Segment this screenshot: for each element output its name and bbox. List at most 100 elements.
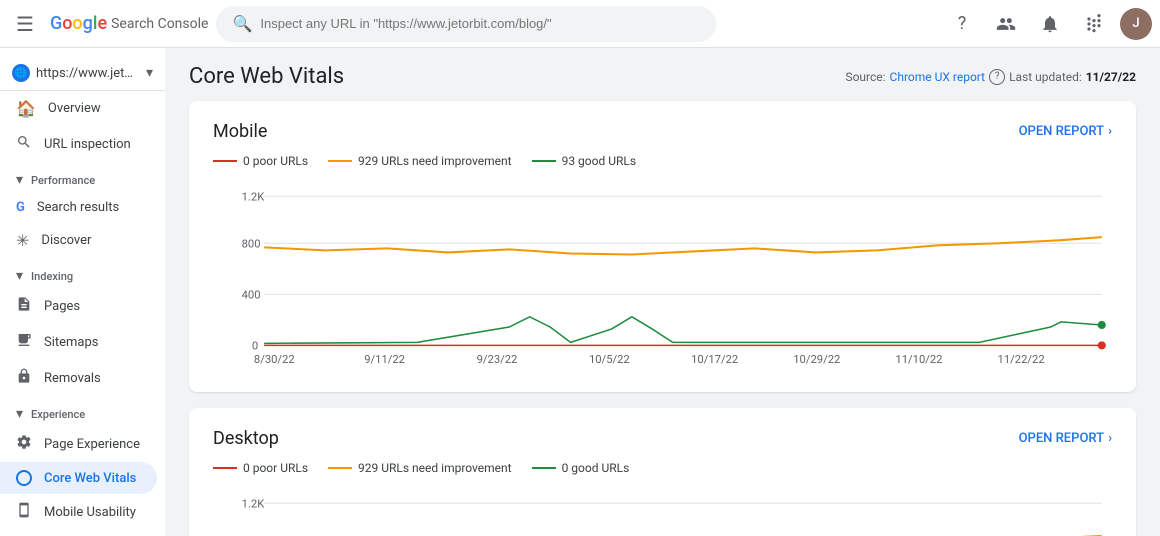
layout: 🌐 https://www.jetorbit... ▾ 🏠 Overview U…	[0, 48, 1160, 536]
last-updated-label: Last updated:	[1009, 70, 1082, 84]
legend-label: 929 URLs need improvement	[358, 461, 512, 475]
avatar[interactable]: J	[1120, 8, 1152, 40]
search-bar[interactable]: 🔍	[216, 6, 716, 42]
experience-section[interactable]: ▾ Experience	[0, 396, 165, 426]
sidebar-item-label: Pages	[44, 299, 80, 314]
source-label: Source:	[845, 70, 885, 84]
sidebar-item-label: Overview	[48, 101, 101, 116]
orange-line	[264, 237, 1102, 254]
mobile-card: Mobile OPEN REPORT › 0 poor URLs 929 URL…	[189, 101, 1136, 392]
svg-text:0: 0	[252, 339, 258, 352]
notifications-icon[interactable]	[1032, 6, 1068, 42]
sidebar-item-label: Page Experience	[44, 437, 140, 452]
logo-text: Google	[50, 13, 107, 34]
pages-icon	[16, 296, 32, 316]
accounts-icon[interactable]	[988, 6, 1024, 42]
svg-text:9/23/22: 9/23/22	[477, 353, 518, 366]
sidebar-item-label: Discover	[41, 233, 91, 248]
sidebar-item-pages[interactable]: Pages	[0, 288, 157, 324]
desktop-card: Desktop OPEN REPORT › 0 poor URLs 929 UR…	[189, 408, 1136, 536]
last-updated-value: 11/27/22	[1086, 70, 1136, 84]
sidebar-item-core-web-vitals[interactable]: Core Web Vitals	[0, 462, 157, 494]
sidebar-item-sitemaps[interactable]: Sitemaps	[0, 324, 157, 360]
svg-text:10/17/22: 10/17/22	[691, 353, 738, 366]
desktop-chart-svg: 1.2K 800 400	[213, 491, 1112, 536]
open-report-button[interactable]: OPEN REPORT ›	[1019, 124, 1112, 139]
svg-text:11/10/22: 11/10/22	[895, 353, 942, 366]
legend-label: 93 good URLs	[562, 154, 636, 168]
svg-text:9/11/22: 9/11/22	[364, 353, 405, 366]
sidebar-item-label: Removals	[44, 371, 101, 386]
page-meta: Source: Chrome UX report ? Last updated:…	[845, 69, 1136, 85]
card-header: Desktop OPEN REPORT ›	[213, 428, 1112, 449]
legend-label: 929 URLs need improvement	[358, 154, 512, 168]
site-selector-text: https://www.jetorbit...	[36, 66, 140, 81]
chevron-icon: ▾	[16, 172, 23, 188]
sidebar-item-removals[interactable]: Removals	[0, 360, 157, 396]
help-icon[interactable]: ?	[944, 6, 980, 42]
legend-line-orange	[328, 467, 352, 469]
section-label: Experience	[31, 408, 85, 421]
help-icon-small[interactable]: ?	[989, 69, 1005, 85]
indexing-section[interactable]: ▾ Indexing	[0, 258, 165, 288]
enhancements-section[interactable]: ▾ Enhancements	[0, 530, 165, 536]
legend-line-orange	[328, 160, 352, 162]
section-label: Performance	[31, 174, 95, 187]
main-header: Core Web Vitals Source: Chrome UX report…	[189, 48, 1136, 101]
page-title: Core Web Vitals	[189, 64, 344, 89]
svg-text:1.2K: 1.2K	[242, 497, 266, 510]
mobile-icon	[16, 502, 32, 522]
chevron-right-icon: ›	[1108, 431, 1112, 446]
chevron-icon: ▾	[16, 406, 23, 422]
source-link[interactable]: Chrome UX report	[890, 70, 986, 84]
svg-text:10/29/22: 10/29/22	[793, 353, 840, 366]
sidebar-item-url-inspection[interactable]: URL inspection	[0, 126, 157, 162]
mobile-legend: 0 poor URLs 929 URLs need improvement 93…	[213, 154, 1112, 168]
chevron-icon: ▾	[16, 268, 23, 284]
sidebar-item-mobile-usability[interactable]: Mobile Usability	[0, 494, 157, 530]
sidebar-item-search-results[interactable]: G Search results	[0, 192, 157, 223]
open-report-button-desktop[interactable]: OPEN REPORT ›	[1019, 431, 1112, 446]
logo: Google Search Console	[50, 13, 209, 34]
legend-line-green	[532, 160, 556, 162]
discover-icon: ✳	[16, 231, 29, 250]
mobile-chart-svg: 1.2K 800 400 0	[213, 184, 1112, 368]
sidebar-item-label: Search results	[37, 200, 119, 215]
search-icon-sidebar	[16, 134, 32, 154]
sidebar-item-overview[interactable]: 🏠 Overview	[0, 91, 157, 126]
home-icon: 🏠	[16, 99, 36, 118]
legend-item-good: 0 good URLs	[532, 461, 630, 475]
performance-section[interactable]: ▾ Performance	[0, 162, 165, 192]
legend-item-poor: 0 poor URLs	[213, 154, 308, 168]
card-header: Mobile OPEN REPORT ›	[213, 121, 1112, 142]
sidebar-item-label: Mobile Usability	[44, 505, 136, 520]
legend-line-green	[532, 467, 556, 469]
site-selector[interactable]: 🌐 https://www.jetorbit... ▾	[0, 56, 165, 91]
legend-item-poor: 0 poor URLs	[213, 461, 308, 475]
card-title: Desktop	[213, 428, 279, 449]
svg-text:8/30/22: 8/30/22	[254, 353, 295, 366]
svg-text:11/22/22: 11/22/22	[998, 353, 1045, 366]
legend-label: 0 good URLs	[562, 461, 630, 475]
search-icon: 🔍	[232, 14, 252, 33]
open-report-label: OPEN REPORT	[1019, 431, 1105, 446]
desktop-chart: 1.2K 800 400	[213, 491, 1112, 536]
svg-text:10/5/22: 10/5/22	[589, 353, 630, 366]
menu-icon[interactable]: ☰	[8, 4, 42, 44]
sidebar-item-discover[interactable]: ✳ Discover	[0, 223, 157, 258]
red-dot	[1098, 341, 1106, 349]
mobile-chart: 1.2K 800 400 0	[213, 184, 1112, 372]
svg-text:1.2K: 1.2K	[242, 190, 266, 203]
legend-label: 0 poor URLs	[243, 154, 308, 168]
sidebar-item-label: Core Web Vitals	[44, 471, 136, 486]
core-web-vitals-icon	[16, 470, 32, 486]
sidebar-item-page-experience[interactable]: Page Experience	[0, 426, 157, 462]
legend-line-red	[213, 160, 237, 162]
apps-icon[interactable]	[1076, 6, 1112, 42]
google-g-icon: G	[16, 200, 25, 215]
svg-text:400: 400	[242, 288, 261, 301]
svg-text:800: 800	[242, 237, 261, 250]
search-input[interactable]	[260, 16, 700, 31]
sidebar-item-label: URL inspection	[44, 137, 131, 152]
sitemaps-icon	[16, 332, 32, 352]
